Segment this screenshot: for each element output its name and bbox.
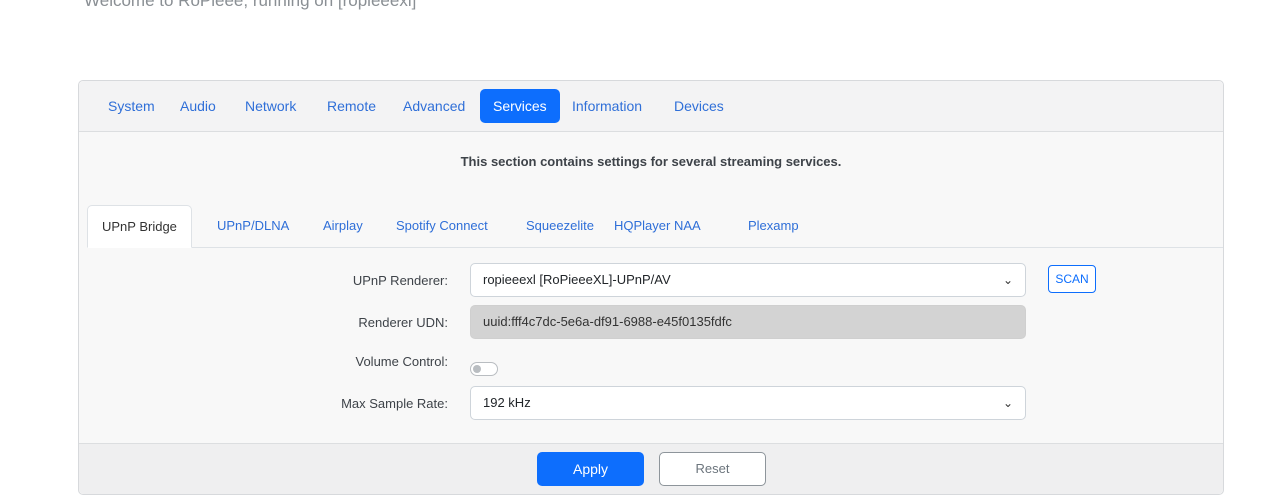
volume-control-label: Volume Control: (355, 354, 449, 369)
scan-button[interactable]: SCAN (1048, 265, 1096, 293)
welcome-text: Welcome to RoPieee, running on [ropieeex… (84, 0, 417, 10)
subtab-upnp-bridge[interactable]: UPnP Bridge (87, 205, 192, 248)
subtab-hqplayer-naa[interactable]: HQPlayer NAA (600, 205, 715, 247)
apply-button[interactable]: Apply (537, 452, 644, 486)
renderer-udn-label: Renderer UDN: (358, 315, 448, 330)
tab-audio[interactable]: Audio (167, 89, 229, 123)
subtab-airplay[interactable]: Airplay (309, 205, 377, 247)
subtab-upnp-dlna[interactable]: UPnP/DLNA (203, 205, 303, 247)
main-tab-bar: System Audio Network Remote Advanced Ser… (79, 81, 1223, 132)
tab-information[interactable]: Information (559, 89, 655, 123)
tab-services[interactable]: Services (480, 89, 560, 123)
max-sample-rate-value: 192 kHz (483, 395, 531, 410)
upnp-renderer-label: UPnP Renderer: (352, 273, 448, 288)
tab-remote[interactable]: Remote (314, 89, 389, 123)
section-description: This section contains settings for sever… (460, 154, 842, 169)
card-footer: Apply Reset (79, 443, 1223, 494)
subtab-squeezelite[interactable]: Squeezelite (512, 205, 608, 247)
subtab-spotify-connect[interactable]: Spotify Connect (382, 205, 502, 247)
renderer-udn-field: uuid:fff4c7dc-5e6a-df91-6988-e45f0135fdf… (470, 305, 1026, 339)
chevron-down-icon: ⌄ (1002, 396, 1013, 410)
tab-advanced[interactable]: Advanced (390, 89, 478, 123)
tab-system[interactable]: System (95, 89, 168, 123)
tab-devices[interactable]: Devices (661, 89, 737, 123)
upnp-renderer-value: ropieeexl [RoPieeeXL]-UPnP/AV (483, 272, 671, 287)
tab-network[interactable]: Network (232, 89, 309, 123)
volume-control-toggle[interactable] (470, 362, 498, 376)
services-sub-tab-bar: UPnP Bridge UPnP/DLNA Airplay Spotify Co… (87, 205, 1223, 248)
reset-button[interactable]: Reset (659, 452, 766, 486)
subtab-plexamp[interactable]: Plexamp (734, 205, 813, 247)
settings-card: System Audio Network Remote Advanced Ser… (78, 80, 1224, 495)
upnp-renderer-select[interactable]: ropieeexl [RoPieeeXL]-UPnP/AV ⌄ (470, 263, 1026, 297)
max-sample-rate-label: Max Sample Rate: (341, 396, 448, 411)
chevron-down-icon: ⌄ (1002, 273, 1013, 287)
toggle-knob (473, 365, 481, 373)
max-sample-rate-select[interactable]: 192 kHz ⌄ (470, 386, 1026, 420)
